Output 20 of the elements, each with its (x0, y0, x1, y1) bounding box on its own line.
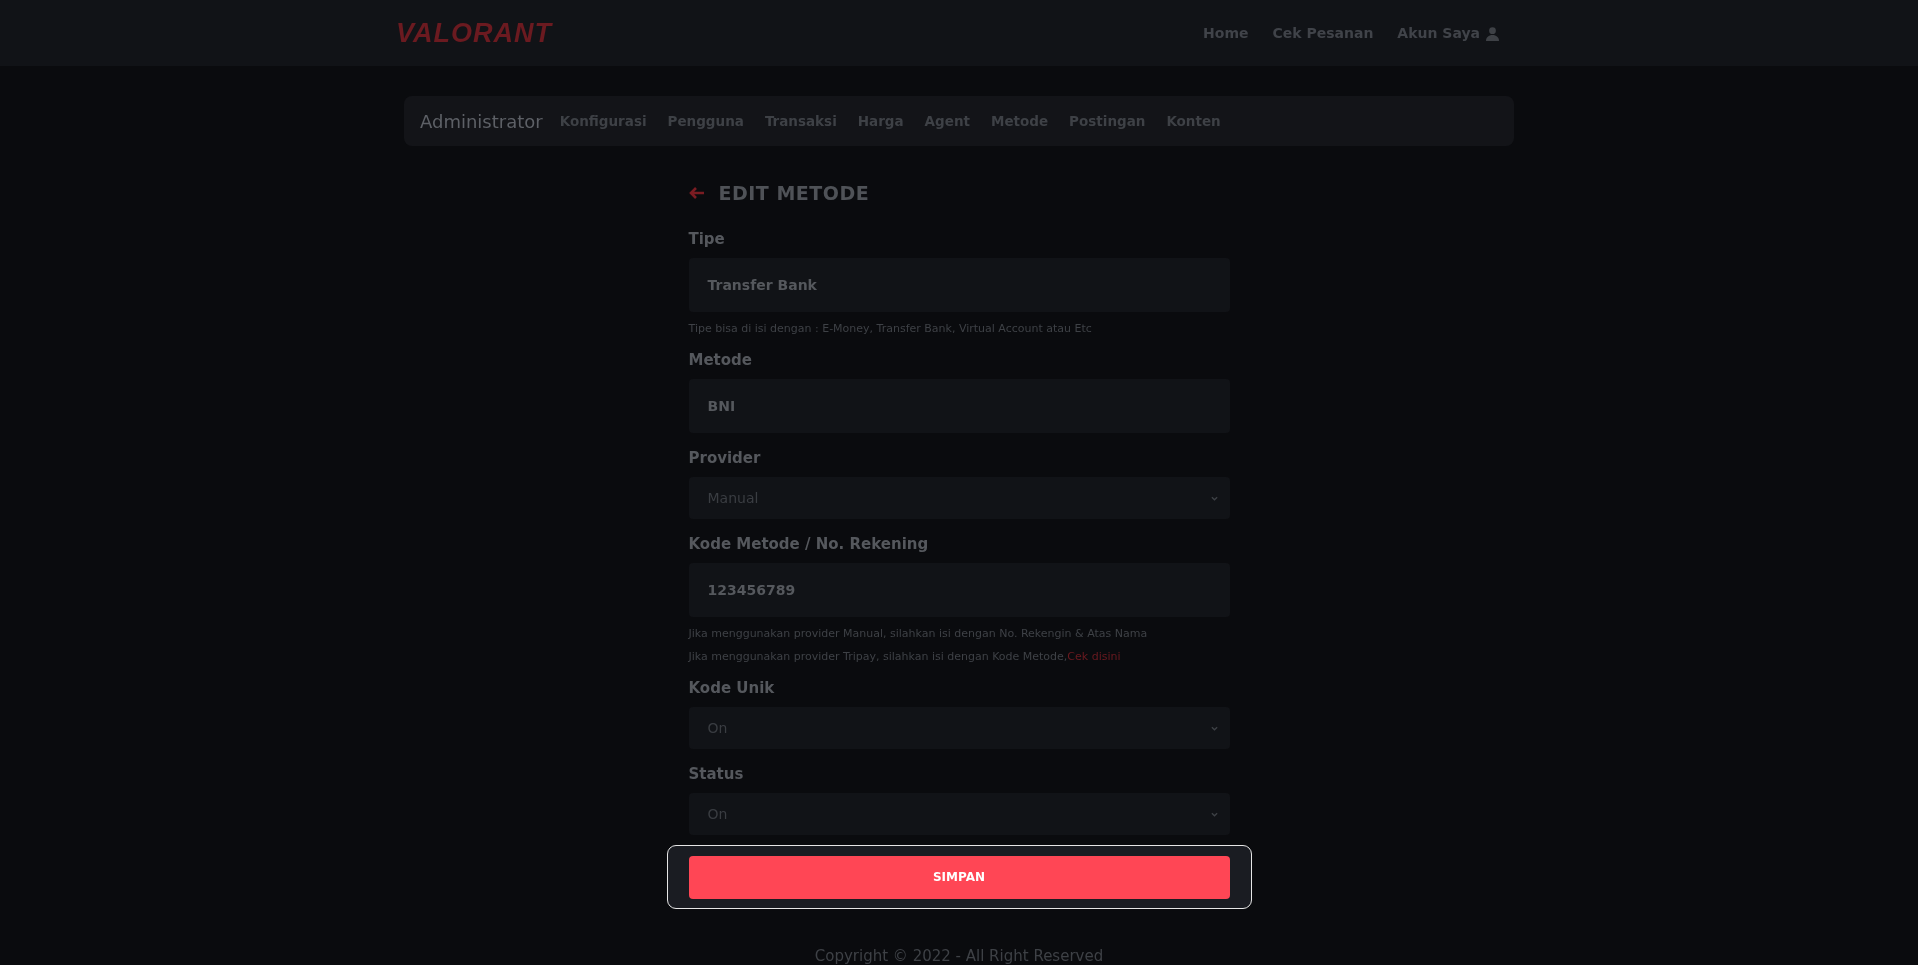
input-field[interactable]: BNI (688, 379, 1230, 433)
chevron-down-icon (1210, 811, 1218, 817)
logo[interactable]: VALORANT (396, 17, 552, 49)
user-icon (1485, 25, 1500, 41)
field-label: Provider (688, 449, 762, 467)
chevron-down-icon (1210, 495, 1218, 501)
field-label: Kode Metode / No. Rekening (688, 535, 930, 553)
chevron-down-icon (1210, 725, 1218, 731)
admin-title: Administrator (420, 110, 543, 132)
help-link[interactable]: Cek disini (1067, 650, 1121, 663)
input-field[interactable]: Transfer Bank (688, 258, 1230, 312)
field-label: Tipe (688, 230, 726, 248)
field-label: Kode Unik (688, 679, 776, 697)
field-label: Metode (688, 351, 753, 369)
page-title: EDIT METODE (718, 182, 870, 204)
copyright-text: Copyright © 2022 - All Right Reserved (814, 947, 1104, 965)
save-button[interactable]: SIMPAN (688, 855, 1230, 899)
back-arrow-icon[interactable] (688, 187, 705, 199)
input-field[interactable]: 123456789 (688, 563, 1230, 617)
field-label: Status (688, 765, 745, 783)
